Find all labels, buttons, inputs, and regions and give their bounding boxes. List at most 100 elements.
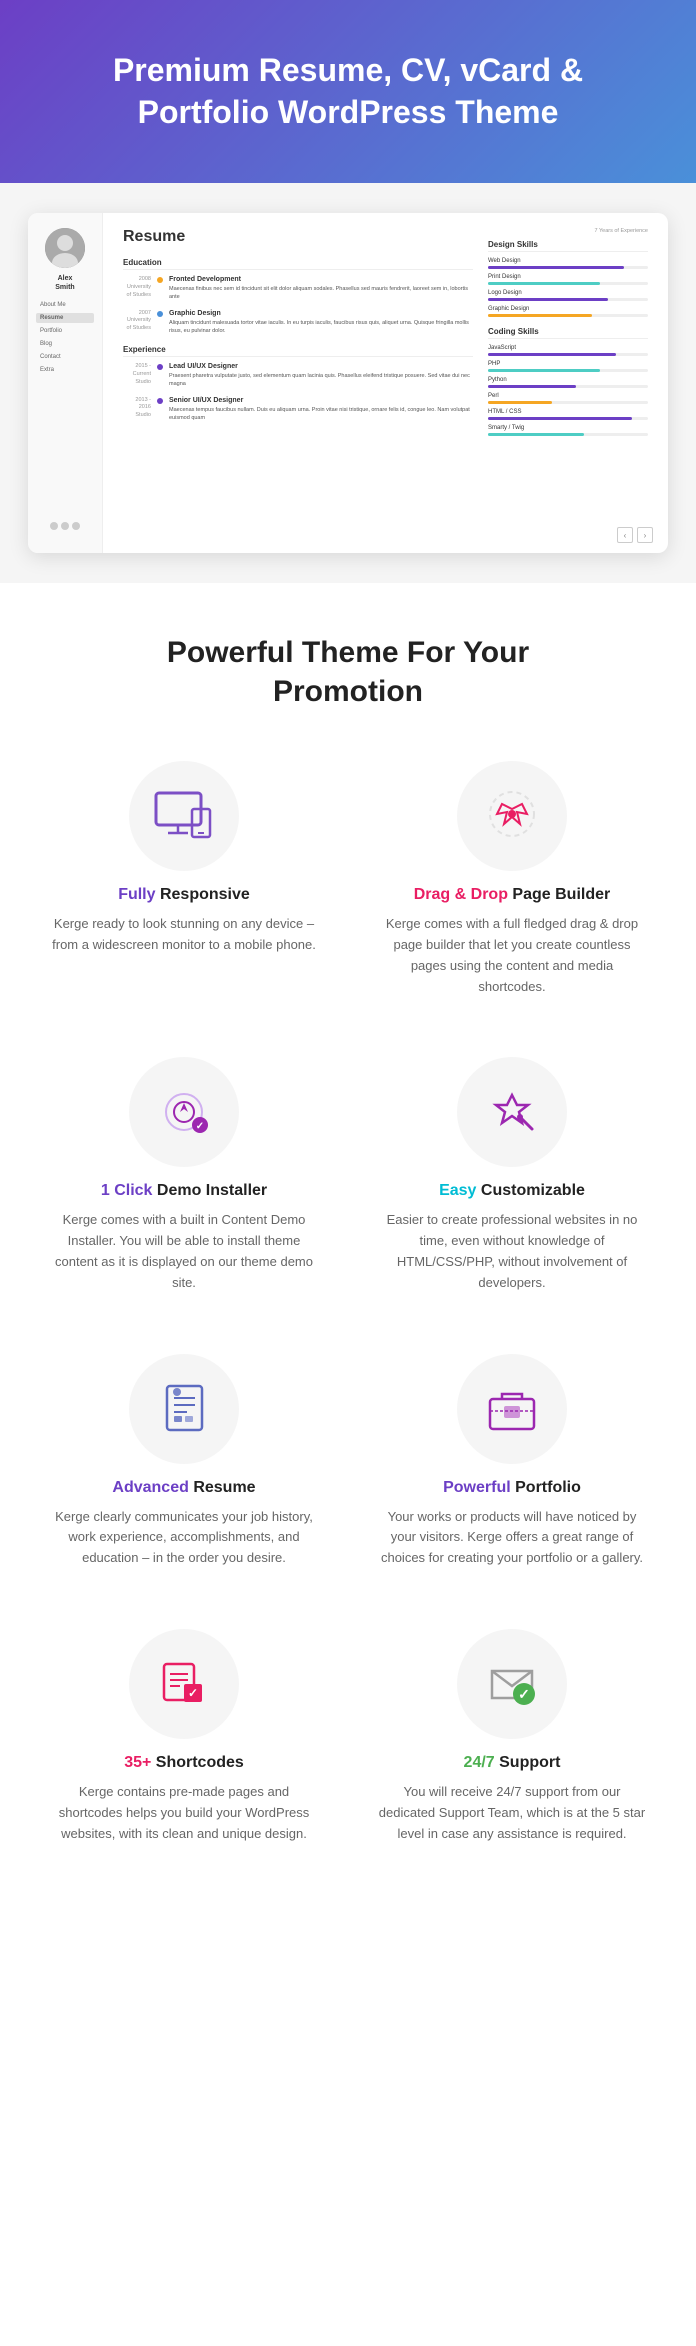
skill-smarty-twig-label: Smarty / Twig bbox=[488, 425, 648, 431]
click-icon: ✓ bbox=[154, 1085, 214, 1140]
experience-entry-2: 2013 - 2016Studio Senior UI/UX Designer … bbox=[123, 397, 473, 423]
skill-web-design-label: Web Design bbox=[488, 258, 648, 264]
timeline-dot-1 bbox=[157, 277, 163, 283]
exp-content-2: Senior UI/UX Designer Maecenas tempus fa… bbox=[169, 397, 473, 423]
skill-php: PHP bbox=[488, 361, 648, 372]
feature-drag-drop: Drag & Drop Page Builder Kerge comes wit… bbox=[358, 751, 666, 1007]
prev-arrow[interactable]: ‹ bbox=[617, 527, 633, 543]
feature-highlight-click: 1 Click bbox=[101, 1182, 153, 1199]
exp-job-1: Lead UI/UX Designer bbox=[169, 363, 473, 370]
experience-entry-1: 2015 - CurrentStudio Lead UI/UX Designer… bbox=[123, 363, 473, 389]
skill-graphic-design-bar bbox=[488, 314, 648, 317]
skill-html-css: HTML / CSS bbox=[488, 409, 648, 420]
hero-title: Premium Resume, CV, vCard & Portfolio Wo… bbox=[60, 50, 636, 133]
resume-sidebar: AlexSmith About Me Resume Portfolio Blog… bbox=[28, 213, 103, 553]
social-twitter[interactable] bbox=[50, 522, 58, 530]
svg-text:✓: ✓ bbox=[196, 1121, 204, 1132]
experience-title: Experience bbox=[123, 345, 473, 357]
resume-preview-section: AlexSmith About Me Resume Portfolio Blog… bbox=[0, 183, 696, 583]
resume-right-column: 7 Years of Experience Design Skills Web … bbox=[488, 228, 648, 538]
edu-job-1: Fronted Development bbox=[169, 276, 473, 283]
feature-title-shortcodes: 35+ Shortcodes bbox=[50, 1754, 318, 1772]
feature-fully-responsive: Fully Responsive Kerge ready to look stu… bbox=[30, 751, 338, 1007]
exp-year-2: 2013 - 2016Studio bbox=[123, 397, 151, 423]
feature-advanced-resume: Advanced Resume Kerge clearly communicat… bbox=[30, 1344, 338, 1579]
nav-portfolio[interactable]: Portfolio bbox=[36, 326, 94, 336]
resume-card: AlexSmith About Me Resume Portfolio Blog… bbox=[28, 213, 668, 553]
features-grid: Fully Responsive Kerge ready to look stu… bbox=[30, 751, 666, 1854]
coding-skills-title: Coding Skills bbox=[488, 327, 648, 339]
feature-portfolio: Powerful Portfolio Your works or product… bbox=[358, 1344, 666, 1579]
skill-php-fill bbox=[488, 369, 600, 372]
skill-html-css-bar bbox=[488, 417, 648, 420]
nav-blog[interactable]: Blog bbox=[36, 339, 94, 349]
social-links bbox=[42, 514, 88, 538]
resume-icon bbox=[157, 1381, 212, 1436]
skill-perl-label: Perl bbox=[488, 393, 648, 399]
edu-content-2: Graphic Design Aliquam tincidunt malesua… bbox=[169, 310, 473, 336]
drag-drop-icon bbox=[482, 789, 542, 844]
skill-smarty-twig: Smarty / Twig bbox=[488, 425, 648, 436]
edu-text-2: Aliquam tincidunt malesuada tortor vitae… bbox=[169, 319, 473, 336]
nav-resume[interactable]: Resume bbox=[36, 313, 94, 323]
feature-desc-shortcodes: Kerge contains pre-made pages and shortc… bbox=[50, 1782, 318, 1844]
feature-icon-wrap-support: ✓ bbox=[457, 1629, 567, 1739]
skill-javascript: JavaScript bbox=[488, 345, 648, 356]
edu-year-1: 2008University of Studies bbox=[123, 276, 151, 302]
feature-icon-wrap-click: ✓ bbox=[129, 1057, 239, 1167]
features-title: Powerful Theme For YourPromotion bbox=[30, 633, 666, 711]
skill-graphic-design-fill bbox=[488, 314, 592, 317]
skill-web-design-bar bbox=[488, 266, 648, 269]
education-entry-2: 2007University of Studies Graphic Design… bbox=[123, 310, 473, 336]
skill-html-css-label: HTML / CSS bbox=[488, 409, 648, 415]
feature-icon-wrap-responsive bbox=[129, 761, 239, 871]
support-icon: ✓ bbox=[482, 1656, 542, 1711]
feature-highlight-support: 24/7 bbox=[464, 1754, 495, 1771]
feature-highlight-shortcodes: 35+ bbox=[124, 1754, 151, 1771]
exp-text-1: Praesent pharetra vulputate justo, sed e… bbox=[169, 372, 473, 389]
next-arrow[interactable]: › bbox=[637, 527, 653, 543]
edu-job-2: Graphic Design bbox=[169, 310, 473, 317]
feature-icon-wrap-customize bbox=[457, 1057, 567, 1167]
skill-print-design: Print Design bbox=[488, 274, 648, 285]
feature-title-drag: Drag & Drop Page Builder bbox=[378, 886, 646, 904]
edu-text-1: Maecenas finibus nec sem id tincidunt si… bbox=[169, 285, 473, 302]
skill-print-design-bar bbox=[488, 282, 648, 285]
feature-desc-click: Kerge comes with a built in Content Demo… bbox=[50, 1210, 318, 1293]
shortcodes-icon: ✓ bbox=[154, 1656, 214, 1711]
exp-year-1: 2015 - CurrentStudio bbox=[123, 363, 151, 389]
feature-icon-wrap-drag bbox=[457, 761, 567, 871]
years-badge: 7 Years of Experience bbox=[488, 228, 648, 234]
skill-smarty-twig-bar bbox=[488, 433, 648, 436]
feature-title-resume: Advanced Resume bbox=[50, 1479, 318, 1497]
social-facebook[interactable] bbox=[61, 522, 69, 530]
feature-title-support: 24/7 Support bbox=[378, 1754, 646, 1772]
skill-print-design-label: Print Design bbox=[488, 274, 648, 280]
skill-perl: Perl bbox=[488, 393, 648, 404]
nav-extra[interactable]: Extra bbox=[36, 365, 94, 375]
feature-title-responsive: Fully Responsive bbox=[50, 886, 318, 904]
edu-content-1: Fronted Development Maecenas finibus nec… bbox=[169, 276, 473, 302]
feature-highlight-resume: Advanced bbox=[112, 1479, 188, 1496]
skill-logo-design-label: Logo Design bbox=[488, 290, 648, 296]
resume-main-content: Resume Education 2008University of Studi… bbox=[103, 213, 668, 553]
social-linkedin[interactable] bbox=[72, 522, 80, 530]
skill-graphic-design: Graphic Design bbox=[488, 306, 648, 317]
skill-perl-bar bbox=[488, 401, 648, 404]
feature-highlight-customize: Easy bbox=[439, 1182, 476, 1199]
skill-logo-design-fill bbox=[488, 298, 608, 301]
avatar bbox=[45, 228, 85, 268]
skill-php-bar bbox=[488, 369, 648, 372]
carousel-nav: ‹ › bbox=[617, 527, 653, 543]
skill-web-design-fill bbox=[488, 266, 624, 269]
timeline-dot-3 bbox=[157, 364, 163, 370]
skill-php-label: PHP bbox=[488, 361, 648, 367]
skill-html-css-fill bbox=[488, 417, 632, 420]
nav-contact[interactable]: Contact bbox=[36, 352, 94, 362]
avatar-image bbox=[45, 228, 85, 268]
resume-title: Resume bbox=[123, 228, 473, 246]
skill-logo-design: Logo Design bbox=[488, 290, 648, 301]
exp-text-2: Maecenas tempus faucibus nullam. Duis eu… bbox=[169, 406, 473, 423]
timeline-dot-4 bbox=[157, 398, 163, 404]
nav-about[interactable]: About Me bbox=[36, 300, 94, 310]
